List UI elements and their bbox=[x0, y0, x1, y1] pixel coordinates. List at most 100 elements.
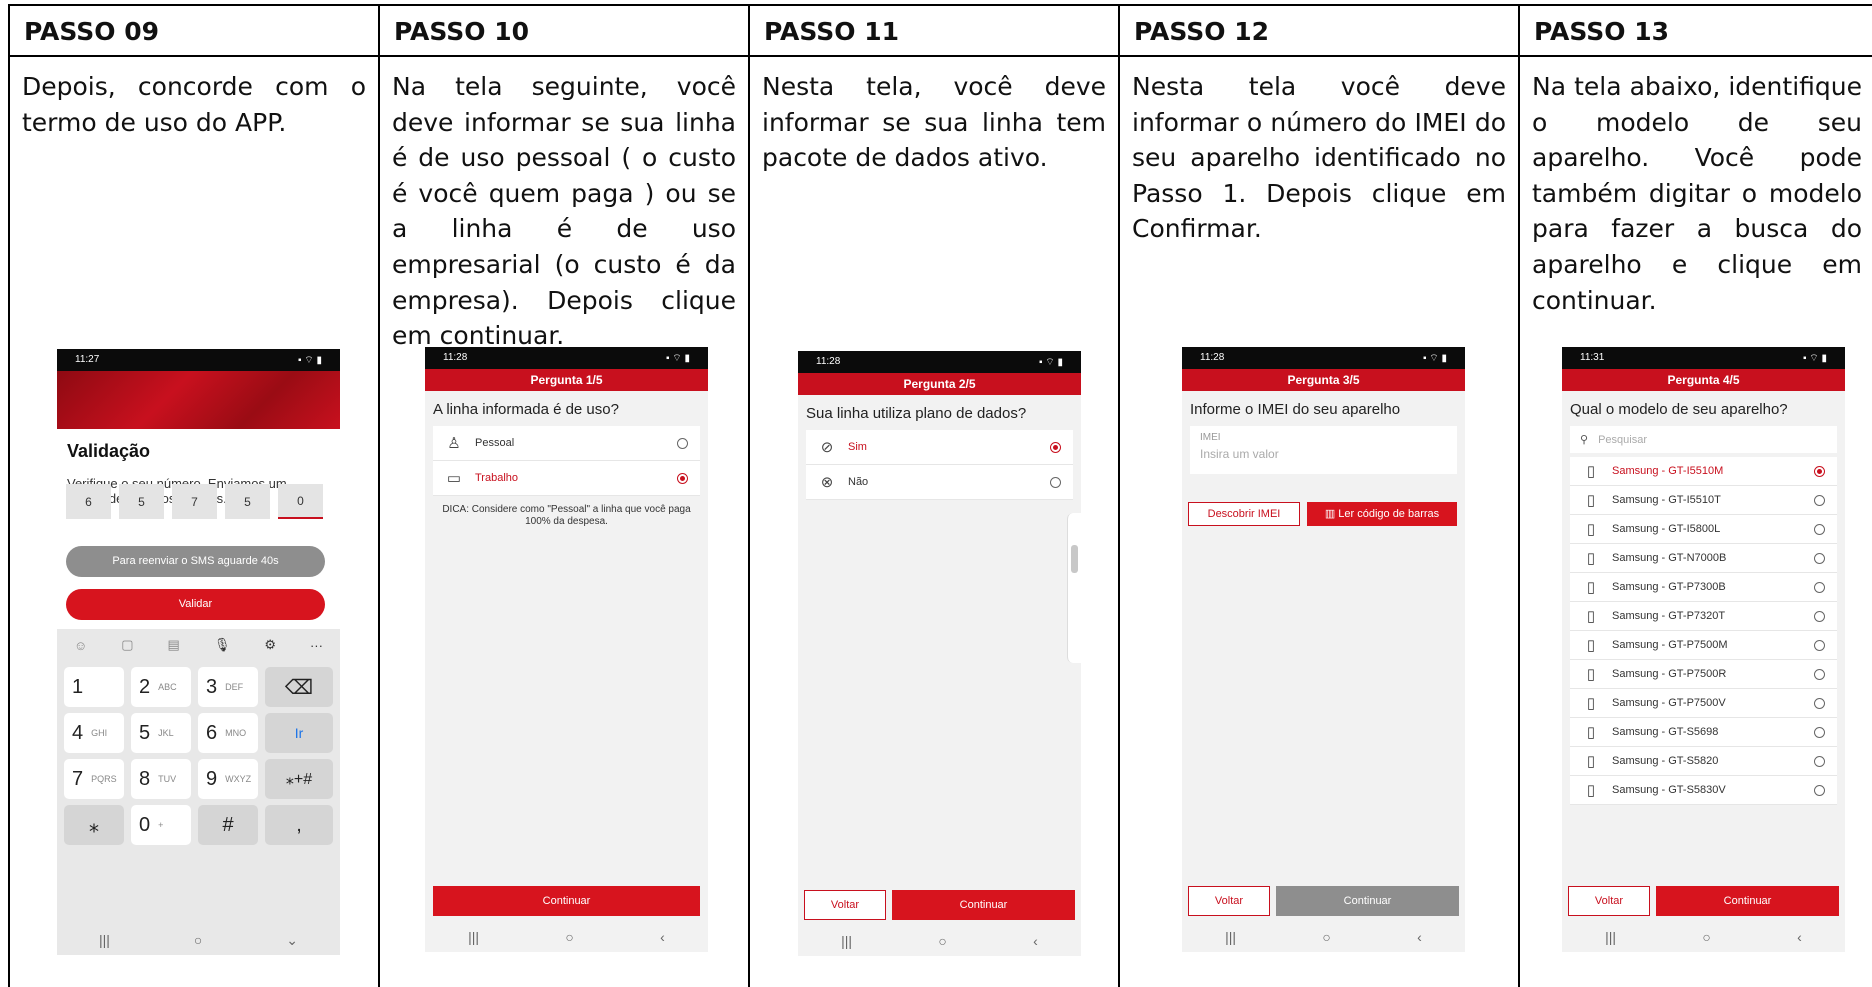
model-item[interactable]: ▯ Samsung - GT-S5830V bbox=[1570, 776, 1837, 805]
question-header: Pergunta 3/5 bbox=[1182, 369, 1465, 391]
comma-key[interactable]: , bbox=[265, 805, 333, 845]
key-1[interactable]: 1 bbox=[64, 667, 124, 707]
back-button[interactable]: Voltar bbox=[1188, 886, 1270, 916]
validate-button[interactable]: Validar bbox=[66, 589, 325, 620]
recents-icon[interactable]: ||| bbox=[1225, 929, 1236, 945]
microphone-icon[interactable]: 🎙 bbox=[214, 637, 231, 653]
step-13-header: PASSO 13 bbox=[1520, 6, 1872, 57]
model-item[interactable]: ▯ Samsung - GT-I5510M bbox=[1570, 457, 1837, 486]
model-item[interactable]: ▯ Samsung - GT-I5510T bbox=[1570, 486, 1837, 515]
home-icon[interactable]: ○ bbox=[1702, 929, 1710, 945]
option-pessoal[interactable]: ♙ Pessoal bbox=[433, 426, 700, 461]
code-digit[interactable]: 5 bbox=[225, 484, 270, 519]
key-8[interactable]: 8 TUV bbox=[131, 759, 191, 799]
search-input[interactable]: Pesquisar bbox=[1598, 434, 1647, 446]
backspace-key[interactable]: ⌫ bbox=[265, 667, 333, 707]
status-bar: 11:31 ▪ ⌔ ▮ bbox=[1562, 347, 1845, 369]
back-icon[interactable]: ‹ bbox=[660, 929, 665, 945]
model-item[interactable]: ▯ Samsung - GT-S5698 bbox=[1570, 718, 1837, 747]
code-digit[interactable]: 7 bbox=[172, 484, 217, 519]
back-icon[interactable]: ‹ bbox=[1797, 929, 1802, 945]
code-digit[interactable]: 0 bbox=[278, 484, 323, 519]
continue-button[interactable]: Continuar bbox=[892, 890, 1075, 920]
code-digit[interactable]: 5 bbox=[119, 484, 164, 519]
back-icon[interactable]: ‹ bbox=[1033, 933, 1038, 949]
settings-icon[interactable]: ⚙ bbox=[264, 637, 276, 653]
search-box[interactable]: ⚲ Pesquisar bbox=[1570, 426, 1837, 453]
home-icon[interactable]: ○ bbox=[194, 932, 202, 948]
radio-button[interactable] bbox=[677, 437, 688, 449]
back-button[interactable]: Voltar bbox=[804, 890, 886, 920]
code-digit[interactable]: 6 bbox=[66, 484, 111, 519]
barcode-button[interactable]: ▥ Ler código de barras bbox=[1307, 502, 1457, 526]
model-item[interactable]: ▯ Samsung - GT-P7300B bbox=[1570, 573, 1837, 602]
key-asterisk[interactable]: ⁎ bbox=[64, 805, 124, 845]
phone-icon: ▯ bbox=[1586, 550, 1596, 567]
continue-button[interactable]: Continuar bbox=[1276, 886, 1459, 916]
radio-button[interactable] bbox=[677, 472, 688, 484]
back-icon[interactable]: ‹ bbox=[1417, 929, 1422, 945]
back-button[interactable]: Voltar bbox=[1568, 886, 1650, 916]
edge-panel-handle[interactable] bbox=[1067, 513, 1081, 663]
key-4[interactable]: 4 GHI bbox=[64, 713, 124, 753]
radio-button[interactable] bbox=[1814, 494, 1825, 506]
imei-input[interactable]: Insira um valor bbox=[1200, 447, 1447, 461]
emoji-icon[interactable]: ☺ bbox=[74, 638, 87, 653]
key-0[interactable]: 0 + bbox=[131, 805, 191, 845]
model-item[interactable]: ▯ Samsung - GT-P7500R bbox=[1570, 660, 1837, 689]
radio-button[interactable] bbox=[1814, 697, 1825, 709]
go-key[interactable]: Ir bbox=[265, 713, 333, 753]
radio-button[interactable] bbox=[1814, 552, 1825, 564]
key-5[interactable]: 5 JKL bbox=[131, 713, 191, 753]
resend-sms-button[interactable]: Para reenviar o SMS aguarde 40s bbox=[66, 546, 325, 577]
symbols-key[interactable]: ⁎+# bbox=[265, 759, 333, 799]
recents-icon[interactable]: ||| bbox=[1605, 929, 1616, 945]
discover-imei-button[interactable]: Descobrir IMEI bbox=[1188, 502, 1300, 526]
status-bar: 11:27 ▪ ⌔ ▮ bbox=[57, 349, 340, 371]
continue-button[interactable]: Continuar bbox=[1656, 886, 1839, 916]
radio-button[interactable] bbox=[1814, 639, 1825, 651]
key-3[interactable]: 3 DEF bbox=[198, 667, 258, 707]
recents-icon[interactable]: ||| bbox=[468, 929, 479, 945]
option-nao[interactable]: ⊗ Não bbox=[806, 465, 1073, 500]
clipboard-icon[interactable]: ▤ bbox=[168, 637, 180, 653]
model-item[interactable]: ▯ Samsung - GT-P7500V bbox=[1570, 689, 1837, 718]
home-icon[interactable]: ○ bbox=[565, 929, 573, 945]
option-sim[interactable]: ⊘ Sim bbox=[806, 430, 1073, 465]
key-9[interactable]: 9 WXYZ bbox=[198, 759, 258, 799]
imei-field[interactable]: IMEI Insira um valor bbox=[1190, 426, 1457, 474]
model-item[interactable]: ▯ Samsung - GT-I5800L bbox=[1570, 515, 1837, 544]
radio-button[interactable] bbox=[1050, 441, 1061, 453]
option-trabalho[interactable]: ▭ Trabalho bbox=[433, 461, 700, 496]
sticker-icon[interactable]: ▢ bbox=[121, 637, 133, 653]
continue-button[interactable]: Continuar bbox=[433, 886, 700, 916]
radio-button[interactable] bbox=[1814, 523, 1825, 535]
phone-icon: ▯ bbox=[1586, 463, 1596, 480]
key-hash[interactable]: # bbox=[198, 805, 258, 845]
radio-button[interactable] bbox=[1050, 476, 1061, 488]
chevron-down-icon[interactable]: ⌄ bbox=[286, 932, 298, 949]
model-item[interactable]: ▯ Samsung - GT-N7000B bbox=[1570, 544, 1837, 573]
more-icon[interactable]: ··· bbox=[310, 638, 323, 653]
system-nav-bar: ||| ○ ‹ bbox=[1562, 922, 1845, 952]
radio-button[interactable] bbox=[1814, 465, 1825, 477]
step-11-description: Nesta tela, você deve informar se sua li… bbox=[762, 72, 1106, 173]
radio-button[interactable] bbox=[1814, 581, 1825, 593]
model-item[interactable]: ▯ Samsung - GT-P7500M bbox=[1570, 631, 1837, 660]
model-item[interactable]: ▯ Samsung - GT-P7320T bbox=[1570, 602, 1837, 631]
phone-icon: ▯ bbox=[1586, 782, 1596, 799]
search-icon: ⚲ bbox=[1580, 434, 1589, 446]
radio-button[interactable] bbox=[1814, 668, 1825, 680]
radio-button[interactable] bbox=[1814, 784, 1825, 796]
radio-button[interactable] bbox=[1814, 610, 1825, 622]
model-item[interactable]: ▯ Samsung - GT-S5820 bbox=[1570, 747, 1837, 776]
radio-button[interactable] bbox=[1814, 726, 1825, 738]
home-icon[interactable]: ○ bbox=[1322, 929, 1330, 945]
home-icon[interactable]: ○ bbox=[938, 933, 946, 949]
key-2[interactable]: 2 ABC bbox=[131, 667, 191, 707]
recents-icon[interactable]: ||| bbox=[841, 933, 852, 949]
key-7[interactable]: 7 PQRS bbox=[64, 759, 124, 799]
radio-button[interactable] bbox=[1814, 755, 1825, 767]
key-6[interactable]: 6 MNO bbox=[198, 713, 258, 753]
recents-icon[interactable]: ||| bbox=[99, 932, 110, 948]
